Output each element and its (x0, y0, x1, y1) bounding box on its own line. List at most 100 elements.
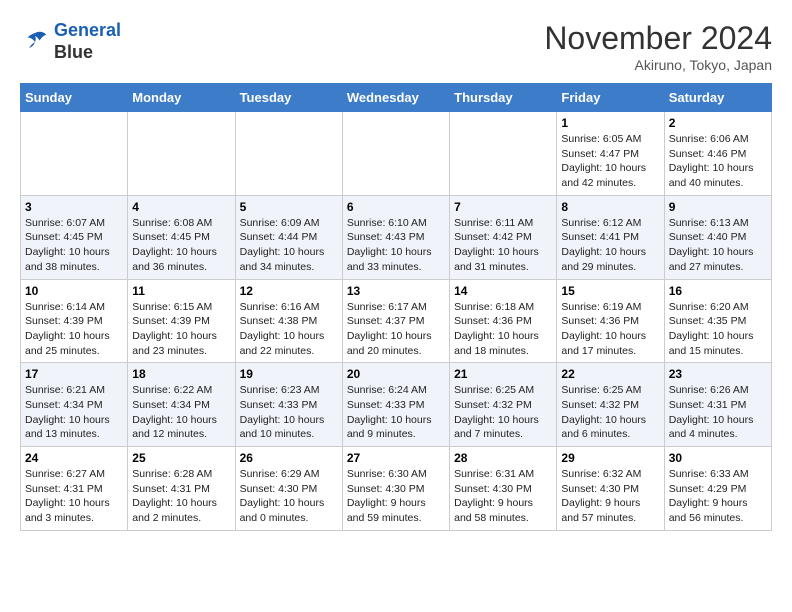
calendar-cell: 16 Sunrise: 6:20 AMSunset: 4:35 PMDayligh… (664, 279, 771, 363)
logo-icon (20, 27, 50, 57)
day-info: Sunrise: 6:21 AMSunset: 4:34 PMDaylight:… (25, 383, 123, 442)
day-info: Sunrise: 6:16 AMSunset: 4:38 PMDaylight:… (240, 300, 338, 359)
calendar-cell: 3 Sunrise: 6:07 AMSunset: 4:45 PMDaylight… (21, 195, 128, 279)
calendar-cell: 5 Sunrise: 6:09 AMSunset: 4:44 PMDaylight… (235, 195, 342, 279)
day-number: 11 (132, 284, 230, 298)
month-title: November 2024 (544, 20, 772, 57)
day-info: Sunrise: 6:28 AMSunset: 4:31 PMDaylight:… (132, 467, 230, 526)
day-info: Sunrise: 6:13 AMSunset: 4:40 PMDaylight:… (669, 216, 767, 275)
weekday-header: Sunday (21, 84, 128, 112)
weekday-header: Thursday (450, 84, 557, 112)
day-number: 25 (132, 451, 230, 465)
day-number: 24 (25, 451, 123, 465)
day-info: Sunrise: 6:08 AMSunset: 4:45 PMDaylight:… (132, 216, 230, 275)
day-number: 2 (669, 116, 767, 130)
day-number: 29 (561, 451, 659, 465)
day-info: Sunrise: 6:19 AMSunset: 4:36 PMDaylight:… (561, 300, 659, 359)
day-number: 16 (669, 284, 767, 298)
day-info: Sunrise: 6:10 AMSunset: 4:43 PMDaylight:… (347, 216, 445, 275)
day-number: 3 (25, 200, 123, 214)
calendar-cell: 12 Sunrise: 6:16 AMSunset: 4:38 PMDayligh… (235, 279, 342, 363)
calendar-cell: 26 Sunrise: 6:29 AMSunset: 4:30 PMDayligh… (235, 447, 342, 531)
calendar-cell (342, 112, 449, 196)
day-number: 1 (561, 116, 659, 130)
calendar-cell: 21Sunrise: 6:25 AMSunset: 4:32 PMDayligh… (450, 363, 557, 447)
day-info: Sunrise: 6:11 AMSunset: 4:42 PMDaylight:… (454, 216, 552, 275)
calendar-cell: 18 Sunrise: 6:22 AMSunset: 4:34 PMDayligh… (128, 363, 235, 447)
day-info: Sunrise: 6:25 AMSunset: 4:32 PMDaylight:… (561, 383, 659, 442)
logo: General Blue (20, 20, 121, 63)
day-number: 5 (240, 200, 338, 214)
calendar-cell: 28 Sunrise: 6:31 AMSunset: 4:30 PMDayligh… (450, 447, 557, 531)
day-number: 30 (669, 451, 767, 465)
weekday-header: Monday (128, 84, 235, 112)
calendar: SundayMondayTuesdayWednesdayThursdayFrid… (20, 83, 772, 531)
page-header: General Blue November 2024 Akiruno, Toky… (20, 20, 772, 73)
day-number: 26 (240, 451, 338, 465)
day-info: Sunrise: 6:24 AMSunset: 4:33 PMDaylight:… (347, 383, 445, 442)
day-number: 19 (240, 367, 338, 381)
day-info: Sunrise: 6:18 AMSunset: 4:36 PMDaylight:… (454, 300, 552, 359)
day-info: Sunrise: 6:23 AMSunset: 4:33 PMDaylight:… (240, 383, 338, 442)
day-info: Sunrise: 6:09 AMSunset: 4:44 PMDaylight:… (240, 216, 338, 275)
calendar-cell: 27Sunrise: 6:30 AMSunset: 4:30 PMDayligh… (342, 447, 449, 531)
weekday-header: Friday (557, 84, 664, 112)
day-number: 14 (454, 284, 552, 298)
day-info: Sunrise: 6:07 AMSunset: 4:45 PMDaylight:… (25, 216, 123, 275)
calendar-cell: 13Sunrise: 6:17 AMSunset: 4:37 PMDayligh… (342, 279, 449, 363)
day-number: 22 (561, 367, 659, 381)
calendar-cell: 9 Sunrise: 6:13 AMSunset: 4:40 PMDaylight… (664, 195, 771, 279)
day-info: Sunrise: 6:15 AMSunset: 4:39 PMDaylight:… (132, 300, 230, 359)
day-info: Sunrise: 6:20 AMSunset: 4:35 PMDaylight:… (669, 300, 767, 359)
day-number: 8 (561, 200, 659, 214)
calendar-cell: 1 Sunrise: 6:05 AMSunset: 4:47 PMDaylight… (557, 112, 664, 196)
weekday-header: Saturday (664, 84, 771, 112)
day-number: 7 (454, 200, 552, 214)
calendar-cell: 22 Sunrise: 6:25 AMSunset: 4:32 PMDayligh… (557, 363, 664, 447)
calendar-cell: 29Sunrise: 6:32 AMSunset: 4:30 PMDayligh… (557, 447, 664, 531)
day-number: 4 (132, 200, 230, 214)
calendar-cell (450, 112, 557, 196)
day-number: 10 (25, 284, 123, 298)
title-block: November 2024 Akiruno, Tokyo, Japan (544, 20, 772, 73)
calendar-cell (21, 112, 128, 196)
day-info: Sunrise: 6:05 AMSunset: 4:47 PMDaylight:… (561, 132, 659, 191)
day-info: Sunrise: 6:26 AMSunset: 4:31 PMDaylight:… (669, 383, 767, 442)
day-number: 12 (240, 284, 338, 298)
calendar-cell: 20Sunrise: 6:24 AMSunset: 4:33 PMDayligh… (342, 363, 449, 447)
calendar-cell: 23 Sunrise: 6:26 AMSunset: 4:31 PMDayligh… (664, 363, 771, 447)
day-info: Sunrise: 6:31 AMSunset: 4:30 PMDaylight:… (454, 467, 552, 526)
day-number: 21 (454, 367, 552, 381)
day-number: 6 (347, 200, 445, 214)
calendar-cell: 25 Sunrise: 6:28 AMSunset: 4:31 PMDayligh… (128, 447, 235, 531)
day-number: 23 (669, 367, 767, 381)
weekday-header: Wednesday (342, 84, 449, 112)
logo-text: General Blue (54, 20, 121, 63)
calendar-cell: 10Sunrise: 6:14 AMSunset: 4:39 PMDayligh… (21, 279, 128, 363)
day-info: Sunrise: 6:12 AMSunset: 4:41 PMDaylight:… (561, 216, 659, 275)
day-number: 18 (132, 367, 230, 381)
weekday-header: Tuesday (235, 84, 342, 112)
calendar-cell: 30Sunrise: 6:33 AMSunset: 4:29 PMDayligh… (664, 447, 771, 531)
calendar-cell: 8 Sunrise: 6:12 AMSunset: 4:41 PMDaylight… (557, 195, 664, 279)
calendar-cell (128, 112, 235, 196)
day-info: Sunrise: 6:22 AMSunset: 4:34 PMDaylight:… (132, 383, 230, 442)
day-number: 15 (561, 284, 659, 298)
calendar-cell: 7 Sunrise: 6:11 AMSunset: 4:42 PMDaylight… (450, 195, 557, 279)
day-number: 13 (347, 284, 445, 298)
calendar-cell: 11 Sunrise: 6:15 AMSunset: 4:39 PMDayligh… (128, 279, 235, 363)
calendar-cell: 15 Sunrise: 6:19 AMSunset: 4:36 PMDayligh… (557, 279, 664, 363)
day-info: Sunrise: 6:27 AMSunset: 4:31 PMDaylight:… (25, 467, 123, 526)
day-info: Sunrise: 6:06 AMSunset: 4:46 PMDaylight:… (669, 132, 767, 191)
calendar-cell: 4 Sunrise: 6:08 AMSunset: 4:45 PMDaylight… (128, 195, 235, 279)
calendar-cell: 2 Sunrise: 6:06 AMSunset: 4:46 PMDaylight… (664, 112, 771, 196)
calendar-cell: 19 Sunrise: 6:23 AMSunset: 4:33 PMDayligh… (235, 363, 342, 447)
calendar-cell: 6 Sunrise: 6:10 AMSunset: 4:43 PMDaylight… (342, 195, 449, 279)
day-number: 28 (454, 451, 552, 465)
day-info: Sunrise: 6:29 AMSunset: 4:30 PMDaylight:… (240, 467, 338, 526)
day-number: 9 (669, 200, 767, 214)
calendar-cell: 14 Sunrise: 6:18 AMSunset: 4:36 PMDayligh… (450, 279, 557, 363)
calendar-cell: 24 Sunrise: 6:27 AMSunset: 4:31 PMDayligh… (21, 447, 128, 531)
calendar-cell (235, 112, 342, 196)
day-number: 17 (25, 367, 123, 381)
